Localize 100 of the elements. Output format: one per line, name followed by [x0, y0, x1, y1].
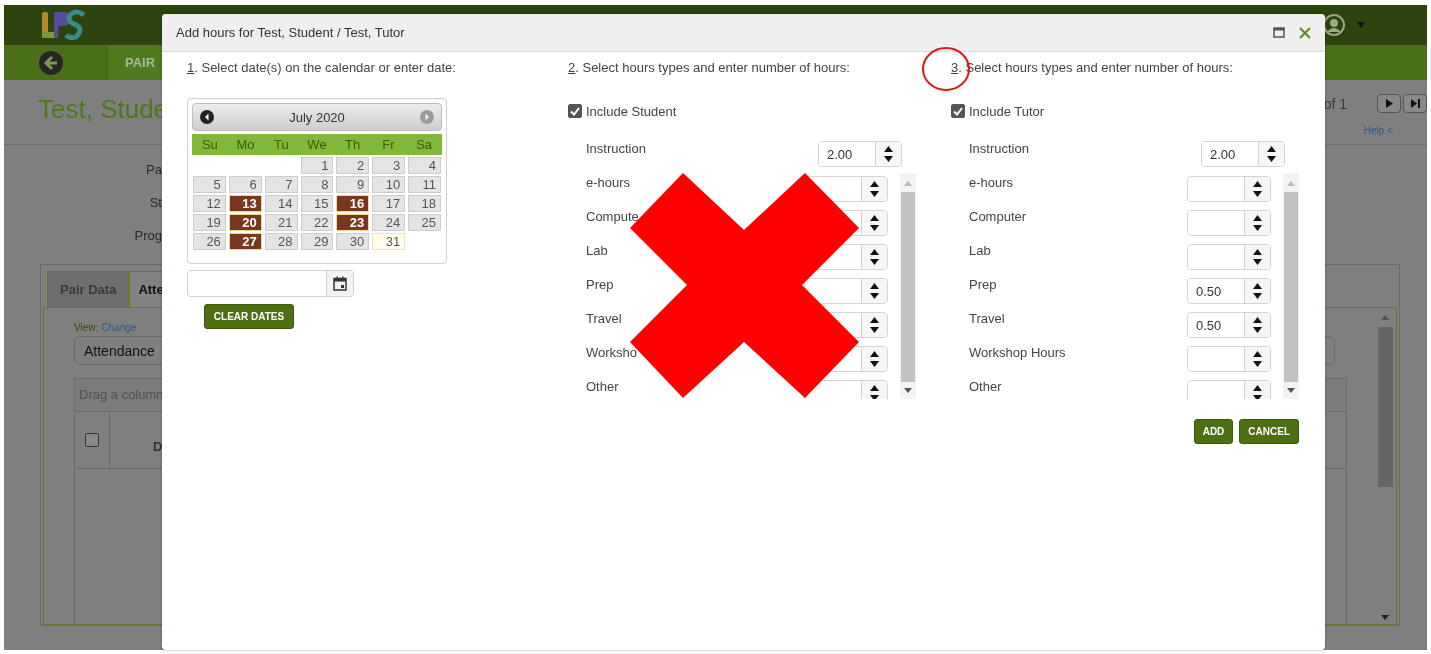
- close-icon[interactable]: [1299, 26, 1311, 39]
- spinner-buttons[interactable]: [861, 381, 887, 399]
- up-down-arrows-icon[interactable]: [870, 181, 879, 197]
- calendar-day[interactable]: 26: [193, 233, 226, 250]
- checkbox-label: Include Tutor: [969, 103, 1045, 119]
- up-down-arrows-icon[interactable]: [1253, 385, 1262, 399]
- calendar-day[interactable]: 20: [228, 214, 262, 231]
- up-down-arrows-icon[interactable]: [870, 215, 879, 231]
- calendar-day[interactable]: 2: [336, 157, 370, 174]
- hours-type-label: Travel: [586, 310, 622, 328]
- hours-type-label: Instruction: [586, 140, 646, 158]
- calendar-day[interactable]: 21: [264, 214, 298, 231]
- last-page-button[interactable]: [1403, 94, 1427, 113]
- up-down-arrows-icon[interactable]: [1253, 351, 1262, 367]
- hours-type-label: Lab: [586, 242, 608, 260]
- spinner-buttons[interactable]: [861, 347, 887, 371]
- calendar-day[interactable]: 10: [372, 176, 406, 193]
- scroll-down-icon[interactable]: [1287, 388, 1295, 393]
- hours-spinner[interactable]: 0.50: [1187, 312, 1271, 338]
- up-down-arrows-icon[interactable]: [1253, 215, 1262, 231]
- calendar-day[interactable]: 13: [228, 195, 262, 212]
- calendar-day[interactable]: 31: [372, 233, 406, 250]
- spinner-buttons[interactable]: [861, 245, 887, 269]
- spinner-buttons[interactable]: [861, 313, 887, 337]
- calendar-day[interactable]: 8: [300, 176, 334, 193]
- calendar-day[interactable]: 29: [300, 233, 334, 250]
- calendar-day[interactable]: 23: [336, 214, 370, 231]
- hours-type-label: Compute: [586, 208, 639, 226]
- user-avatar-icon[interactable]: [1323, 14, 1345, 36]
- checkbox[interactable]: [951, 104, 965, 118]
- calendar-day[interactable]: 18: [408, 195, 441, 212]
- up-down-arrows-icon[interactable]: [884, 146, 893, 162]
- scroll-down-icon[interactable]: [1381, 615, 1389, 620]
- scroll-down-icon[interactable]: [904, 388, 912, 393]
- checkbox[interactable]: [568, 104, 582, 118]
- dialog-button[interactable]: ADD: [1193, 419, 1234, 444]
- calendar-day[interactable]: 12: [193, 195, 226, 212]
- up-down-arrows-icon[interactable]: [1253, 249, 1262, 265]
- calendar-day[interactable]: 15: [300, 195, 334, 212]
- calendar-day[interactable]: 16: [336, 195, 370, 212]
- hours-spinner[interactable]: 2.00: [818, 141, 902, 167]
- calendar-day[interactable]: 25: [408, 214, 441, 231]
- hours-type-label: Other: [586, 378, 619, 396]
- calendar-day[interactable]: 19: [193, 214, 226, 231]
- hours-spinner[interactable]: [1187, 210, 1271, 236]
- field-label: Prog: [134, 227, 162, 245]
- calendar-day[interactable]: 24: [372, 214, 406, 231]
- step-heading: . Select date(s) on the calendar or enter date:: [194, 60, 456, 75]
- spinner-buttons[interactable]: [861, 279, 887, 303]
- calendar-day[interactable]: 28: [264, 233, 298, 250]
- checkbox[interactable]: [85, 433, 99, 447]
- calendar-day[interactable]: 14: [264, 195, 298, 212]
- calendar-day[interactable]: 6: [228, 176, 262, 193]
- calendar-day[interactable]: 11: [408, 176, 441, 193]
- hours-spinner[interactable]: [1187, 244, 1271, 270]
- field-label: St: [149, 194, 162, 212]
- hours-spinner[interactable]: 2.00: [1201, 141, 1285, 167]
- weekday-label: Th: [344, 137, 362, 152]
- weekday-label: Fr: [381, 137, 396, 152]
- calendar-day[interactable]: 30: [336, 233, 370, 250]
- checkbox-label: Include Student: [586, 103, 677, 119]
- up-down-arrows-icon[interactable]: [1253, 283, 1262, 299]
- calendar-day[interactable]: 7: [264, 176, 298, 193]
- maximize-icon[interactable]: [1273, 27, 1285, 38]
- hours-type-label: Travel: [969, 310, 1005, 328]
- calendar-day[interactable]: 5: [193, 176, 226, 193]
- hours-type-label: e-hours: [969, 174, 1014, 192]
- calendar-icon[interactable]: [333, 276, 347, 291]
- spinner-buttons[interactable]: [861, 211, 887, 235]
- calendar-day[interactable]: 27: [228, 233, 262, 250]
- dialog-button[interactable]: CANCEL: [1239, 419, 1299, 444]
- up-down-arrows-icon[interactable]: [870, 249, 879, 265]
- calendar-day[interactable]: 1: [300, 157, 334, 174]
- clear-dates-button[interactable]: CLEAR DATES: [204, 304, 294, 329]
- up-down-arrows-icon[interactable]: [870, 385, 879, 399]
- previous-month-icon[interactable]: [200, 110, 214, 124]
- hours-spinner[interactable]: [1187, 346, 1271, 372]
- up-down-arrows-icon[interactable]: [870, 317, 879, 333]
- scrollbar[interactable]: [900, 173, 916, 399]
- calendar-day[interactable]: 3: [372, 157, 406, 174]
- up-down-arrows-icon[interactable]: [1253, 317, 1262, 333]
- calendar-day[interactable]: 4: [408, 157, 441, 174]
- hours-spinner[interactable]: [1187, 176, 1271, 202]
- column-header[interactable]: D: [153, 439, 163, 454]
- date-field[interactable]: [187, 270, 354, 297]
- up-down-arrows-icon[interactable]: [870, 351, 879, 367]
- calendar-day[interactable]: 9: [336, 176, 370, 193]
- up-down-arrows-icon[interactable]: [1267, 146, 1276, 162]
- up-down-arrows-icon[interactable]: [870, 283, 879, 299]
- scrollbar[interactable]: [1283, 173, 1299, 399]
- hours-spinner[interactable]: 0.50: [1187, 278, 1271, 304]
- next-page-button[interactable]: [1377, 94, 1401, 113]
- field-label: Pa: [146, 161, 162, 179]
- spinner-buttons[interactable]: [861, 177, 887, 201]
- hours-spinner[interactable]: [1187, 380, 1271, 399]
- weekday-label: We: [306, 137, 328, 152]
- calendar-day[interactable]: 17: [372, 195, 406, 212]
- play-icon: [1385, 99, 1393, 108]
- up-down-arrows-icon[interactable]: [1253, 181, 1262, 197]
- calendar-day[interactable]: 22: [300, 214, 334, 231]
